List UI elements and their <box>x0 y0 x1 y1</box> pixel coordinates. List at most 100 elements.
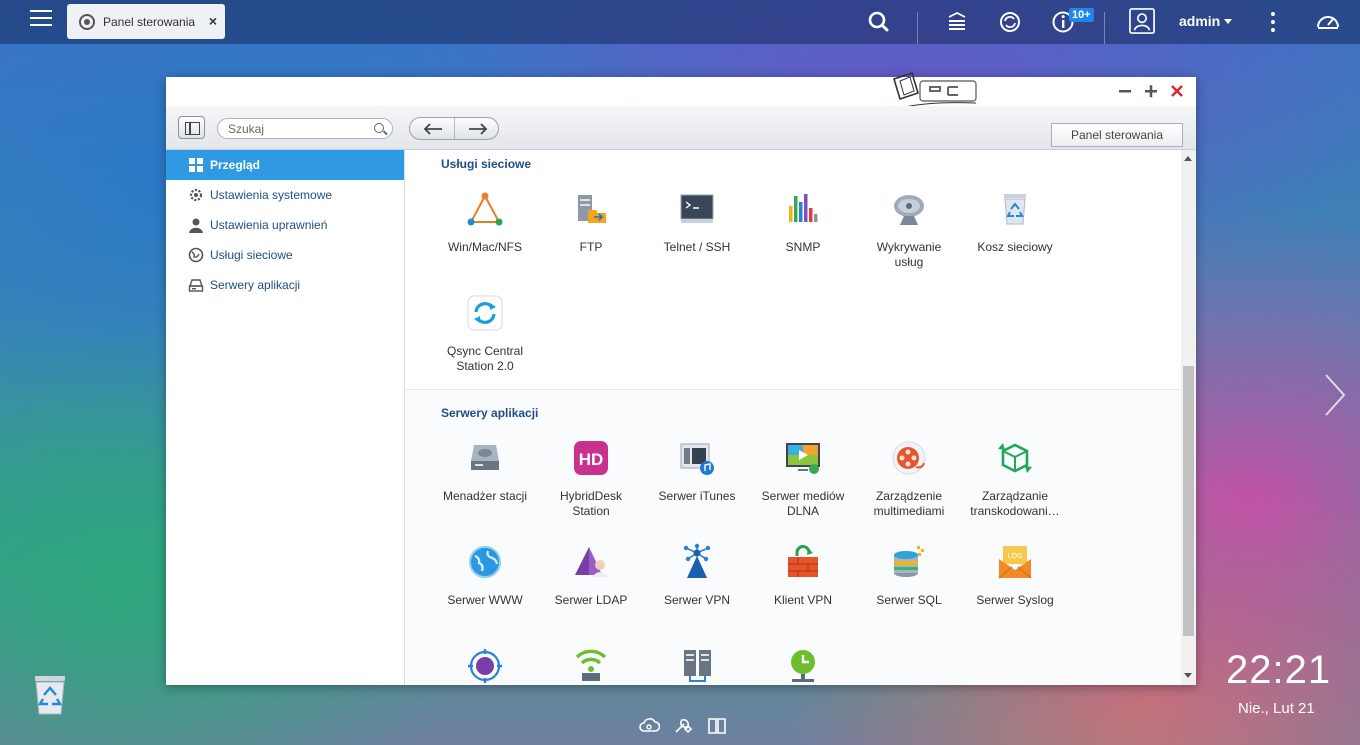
user-avatar-icon[interactable] <box>1129 8 1155 34</box>
scroll-up-icon[interactable] <box>1184 156 1192 161</box>
sidebar-item-system-settings[interactable]: Ustawienia systemowe <box>166 180 404 210</box>
toggle-sidebar-button[interactable] <box>178 116 205 139</box>
app-win-mac-nfs[interactable]: Win/Mac/NFS <box>429 190 541 255</box>
app-station-manager[interactable]: Menadżer stacji <box>429 439 541 504</box>
desktop-recycle-bin-icon[interactable] <box>27 672 73 718</box>
cloud-icon[interactable] <box>638 714 661 736</box>
close-icon[interactable]: × <box>209 13 217 29</box>
app-snmp[interactable]: SNMP <box>747 190 859 255</box>
window-minimize-button[interactable] <box>1118 82 1132 100</box>
scroll-down-icon[interactable] <box>1184 673 1192 678</box>
section-title-app-servers: Serwery aplikacji <box>441 406 539 420</box>
window-title-bar[interactable] <box>166 71 1196 118</box>
tasks-stack-icon[interactable] <box>944 9 970 35</box>
ftp-icon <box>572 190 610 228</box>
app-radius-server[interactable] <box>535 647 647 685</box>
gear-icon <box>188 187 204 203</box>
app-label: Serwer SQL <box>876 593 942 607</box>
user-menu[interactable]: admin <box>1179 13 1220 29</box>
app-multimedia-management[interactable]: Zarządzenie multimediami <box>853 439 965 519</box>
antivirus-icon <box>466 647 504 685</box>
app-network-recycle-bin[interactable]: Kosz sieciowy <box>959 190 1071 255</box>
app-server-rack[interactable] <box>641 647 753 685</box>
sidebar-item-label: Serwery aplikacji <box>210 278 301 292</box>
app-antivirus[interactable] <box>429 647 541 685</box>
app-label: multimediami <box>873 504 945 518</box>
search-icon[interactable] <box>866 9 892 35</box>
dashboard-gauge-icon[interactable] <box>1315 9 1341 35</box>
topbar-separator <box>917 12 918 44</box>
main-menu-icon[interactable] <box>30 10 52 30</box>
hd-station-icon: HD <box>572 439 610 477</box>
section-divider <box>406 389 1181 390</box>
sidebar-item-label: Usługi sieciowe <box>210 248 293 262</box>
app-label: transkodowani… <box>970 504 1060 518</box>
dlna-media-icon <box>784 439 822 477</box>
desktop-date: Nie., Lut 21 <box>1238 700 1315 717</box>
scrollbar-thumb[interactable] <box>1183 366 1194 636</box>
app-ftp[interactable]: FTP <box>535 190 647 255</box>
gear-icon <box>79 13 95 30</box>
content-scrollbar[interactable] <box>1181 150 1196 685</box>
app-ldap-server[interactable]: Serwer LDAP <box>535 543 647 608</box>
vpn-client-icon <box>784 543 822 581</box>
taskbar-tab-control-panel[interactable]: Panel sterowania × <box>67 4 225 39</box>
app-label: Serwer VPN <box>663 593 731 607</box>
sidebar-item-permissions[interactable]: Ustawienia uprawnień <box>166 210 404 240</box>
terminal-icon <box>678 190 716 228</box>
server-icon <box>188 277 204 293</box>
tools-icon[interactable] <box>672 714 694 736</box>
window-maximize-button[interactable] <box>1144 82 1158 100</box>
app-vpn-server[interactable]: Serwer VPN <box>641 543 753 608</box>
app-label: usług <box>894 255 924 269</box>
app-label: Qsync Central <box>446 344 524 358</box>
breadcrumb-control-panel[interactable]: Panel sterowania <box>1051 123 1183 147</box>
app-telnet-ssh[interactable]: Telnet / SSH <box>641 190 753 255</box>
content-panel: Usługi sieciowe Serwery aplikacji Win/Ma… <box>406 150 1181 685</box>
itunes-server-icon <box>678 439 716 477</box>
app-syslog-server[interactable]: LOG Serwer Syslog <box>959 543 1071 608</box>
grid-icon <box>188 157 204 173</box>
app-service-discovery[interactable]: Wykrywanie usług <box>853 190 965 270</box>
arrow-left-icon <box>423 123 442 135</box>
arrow-right-icon <box>468 123 487 135</box>
user-icon <box>188 217 204 233</box>
window-close-button[interactable] <box>1170 82 1184 100</box>
topbar-separator <box>1104 12 1105 44</box>
app-label: Serwer mediów <box>761 489 845 503</box>
satellite-dish-icon <box>890 190 928 228</box>
sidebar-item-app-servers[interactable]: Serwery aplikacji <box>166 270 404 300</box>
forward-button[interactable] <box>453 118 499 139</box>
app-web-server[interactable]: Serwer WWW <box>429 543 541 608</box>
desktop-dock <box>638 714 728 736</box>
app-itunes-server[interactable]: Serwer iTunes <box>641 439 753 504</box>
sidebar-item-overview[interactable]: Przegląd <box>166 150 404 180</box>
app-transcoding-management[interactable]: Zarządzanie transkodowani… <box>959 439 1071 519</box>
svg-text:LOG: LOG <box>1008 553 1023 560</box>
app-dlna-media-server[interactable]: Serwer mediów DLNA <box>747 439 859 519</box>
back-button[interactable] <box>410 118 454 139</box>
app-sql-server[interactable]: Serwer SQL <box>853 543 965 608</box>
next-page-arrow-icon[interactable] <box>1322 372 1348 418</box>
app-vpn-client[interactable]: Klient VPN <box>747 543 859 608</box>
sql-database-icon <box>890 543 928 581</box>
section-title-network-services: Usługi sieciowe <box>441 157 532 171</box>
book-icon[interactable] <box>706 714 728 736</box>
chevron-down-icon[interactable] <box>1224 19 1232 24</box>
window-toolbar <box>166 106 1196 150</box>
search-box[interactable] <box>217 118 393 139</box>
vpn-server-icon <box>678 543 716 581</box>
backup-sync-icon[interactable] <box>997 9 1023 35</box>
app-label: Kosz sieciowy <box>977 240 1053 254</box>
history-navigation <box>409 117 499 140</box>
sidebar-item-label: Ustawienia uprawnień <box>210 218 328 232</box>
app-label: Zarządzanie <box>981 489 1049 503</box>
app-ntp-server[interactable] <box>747 647 859 685</box>
app-qsync-central[interactable]: Qsync Central Station 2.0 <box>429 294 541 374</box>
search-input[interactable] <box>228 122 368 136</box>
desktop-clock: 22:21 <box>1226 648 1332 692</box>
sidebar-item-network-services[interactable]: Usługi sieciowe <box>166 240 404 270</box>
more-options-icon[interactable] <box>1260 9 1286 35</box>
sidebar-item-label: Ustawienia systemowe <box>210 188 333 202</box>
app-hybriddesk-station[interactable]: HD HybridDesk Station <box>535 439 647 519</box>
